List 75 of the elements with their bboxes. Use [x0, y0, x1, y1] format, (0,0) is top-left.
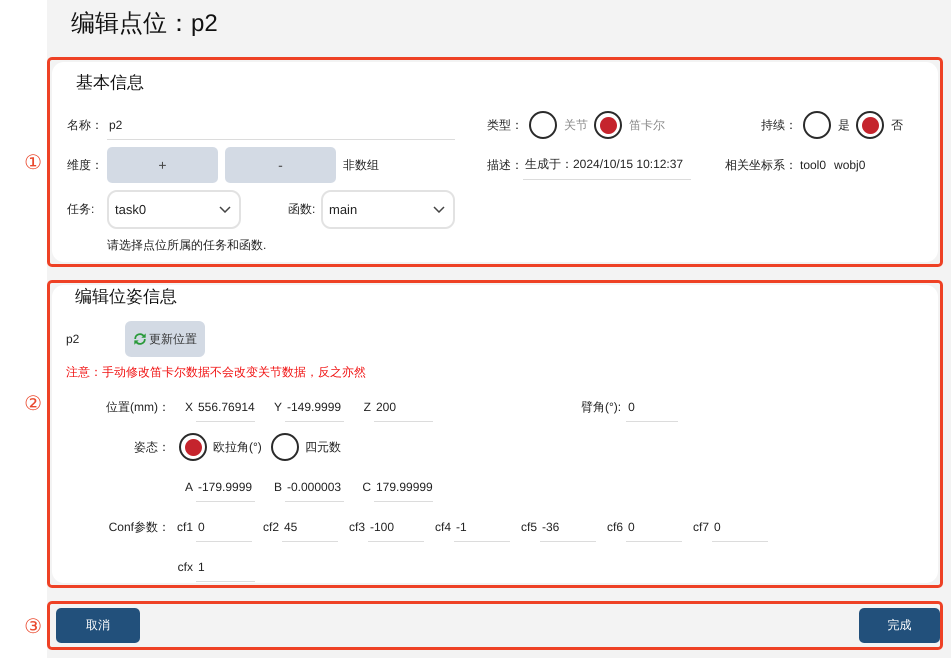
field-label: A: [184, 480, 193, 494]
chevron-down-icon: [433, 206, 445, 213]
confirm-button[interactable]: 完成: [859, 608, 940, 643]
field-label: 维度：: [67, 156, 104, 174]
frame-name: wobj0: [834, 158, 866, 172]
field-label: C: [362, 480, 371, 494]
input-field[interactable]: -36: [540, 512, 596, 542]
callout-number: ①: [24, 151, 42, 173]
input-field[interactable]: -0.000003: [285, 472, 344, 502]
field-label: 臂角(°):: [581, 398, 622, 416]
field-label: 任务:: [67, 201, 96, 218]
task-dropdown[interactable]: task0: [107, 190, 241, 229]
dimension-button[interactable]: -: [225, 147, 336, 183]
field-label: 位置(mm)：: [106, 398, 170, 416]
input-field[interactable]: 0: [196, 512, 252, 542]
dimension-note: 非数组: [343, 156, 379, 174]
radio-label: 否: [891, 116, 903, 134]
callout-number: ③: [24, 614, 42, 636]
field-label: 持续：: [761, 116, 797, 134]
field-label: Z: [364, 400, 371, 414]
field-label: cf3: [348, 520, 365, 534]
input-field[interactable]: 生成于：2024/10/15 10:12:37: [523, 150, 691, 180]
field-label: cf1: [176, 520, 193, 534]
field-label: Conf参数：: [108, 518, 170, 536]
point-name: p2: [66, 332, 80, 346]
field-label: cf2: [262, 520, 279, 534]
field-label: 类型：: [487, 116, 523, 134]
input-field[interactable]: 45: [282, 512, 338, 542]
dimension-button[interactable]: +: [107, 147, 218, 183]
section-heading: 基本信息: [76, 72, 144, 94]
warning-text: 注意：手动修改笛卡尔数据不会改变关节数据，反之亦然: [66, 365, 366, 379]
radio-button[interactable]: [179, 433, 207, 461]
input-field[interactable]: -149.9999: [285, 392, 344, 422]
field-label: 相关坐标系：: [725, 156, 797, 174]
input-field[interactable]: 1: [196, 552, 255, 582]
input-field[interactable]: 0: [712, 512, 768, 542]
chevron-down-icon: [219, 206, 231, 213]
cancel-button[interactable]: 取消: [56, 608, 140, 643]
radio-label: 是: [838, 116, 850, 134]
input-field[interactable]: -179.9999: [196, 472, 255, 502]
input-field[interactable]: 0: [626, 392, 678, 422]
field-label: cf6: [606, 520, 623, 534]
input-field[interactable]: 179.99999: [374, 472, 433, 502]
hint-text: 请选择点位所属的任务和函数.: [107, 237, 266, 254]
field-label: cfx: [178, 560, 193, 574]
field-label: Y: [274, 400, 282, 414]
radio-label: 关节: [564, 116, 588, 134]
radio-button[interactable]: [856, 111, 884, 139]
function-dropdown[interactable]: main: [321, 190, 455, 229]
radio-button[interactable]: [270, 433, 299, 461]
refresh-button[interactable]: 更新位置: [125, 321, 205, 357]
field-label: 名称：: [67, 116, 104, 134]
field-label: cf7: [692, 520, 709, 534]
radio-label: 四元数: [304, 438, 341, 456]
callout-number: ②: [24, 392, 42, 414]
refresh-icon: [133, 332, 147, 346]
input-field[interactable]: 200: [374, 392, 433, 422]
radio-label: 笛卡尔: [629, 116, 665, 134]
field-label: X: [184, 400, 193, 414]
frame-name: tool0: [800, 158, 826, 172]
input-field[interactable]: 556.76914: [196, 392, 255, 422]
input-field[interactable]: 0: [626, 512, 682, 542]
field-label: cf4: [434, 520, 451, 534]
radio-label: 欧拉角(°): [213, 438, 262, 456]
input-field[interactable]: -100: [368, 512, 424, 542]
input-field[interactable]: -1: [454, 512, 510, 542]
field-label: cf5: [520, 520, 537, 534]
field-label: B: [274, 480, 282, 494]
field-label: 函数:: [288, 201, 316, 218]
field-label: 描述：: [487, 156, 523, 174]
page-title: 编辑点位：p2: [71, 10, 218, 37]
input-field[interactable]: p2: [107, 110, 455, 140]
field-label: 姿态：: [134, 438, 170, 456]
section-heading: 编辑位姿信息: [75, 286, 177, 308]
radio-button[interactable]: [803, 111, 831, 139]
